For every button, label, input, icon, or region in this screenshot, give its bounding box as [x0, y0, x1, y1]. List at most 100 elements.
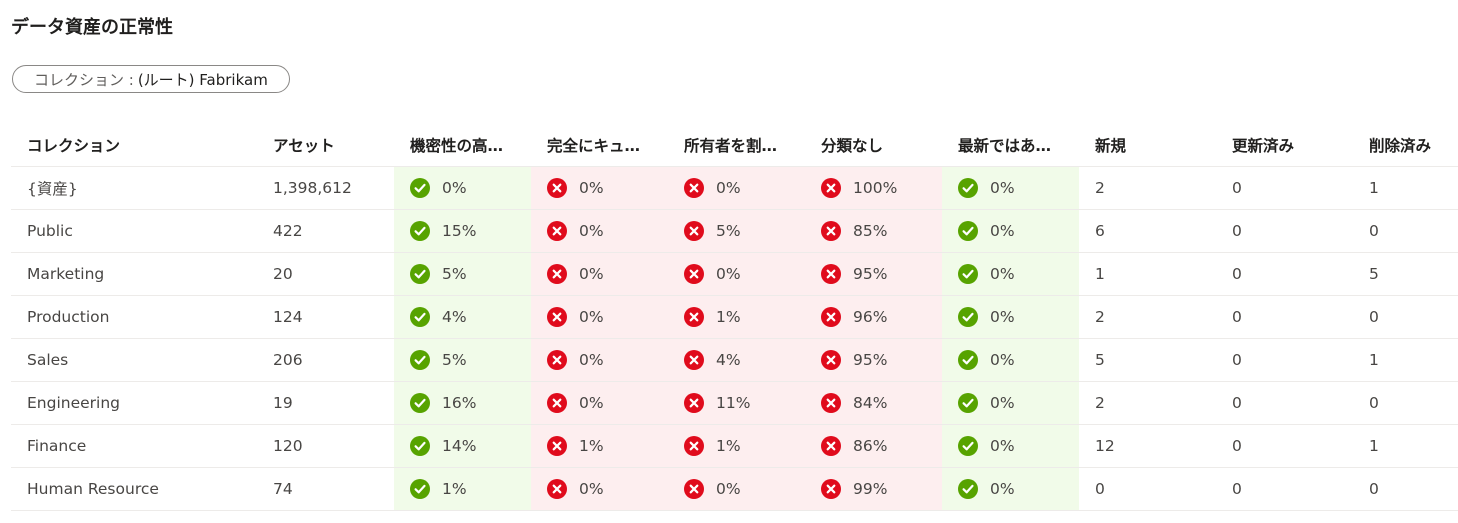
error-circle-icon [547, 307, 567, 327]
checkmark-circle-icon [958, 436, 978, 456]
col-deleted-cell: 5 [1353, 252, 1458, 296]
error-circle-icon [821, 479, 841, 499]
error-circle-icon [684, 436, 704, 456]
table-row[interactable]: Human Resource 74 1% 0% 0% 99% 0% 0 0 0 [11, 467, 1458, 511]
col-collection-cell: Finance [11, 424, 257, 468]
col-outdated-cell: 0% [942, 467, 1079, 511]
status-percent: 0% [579, 179, 604, 197]
checkmark-circle-icon [958, 264, 978, 284]
table-row[interactable]: Engineering 19 16% 0% 11% 84% 0% 2 0 0 [11, 381, 1458, 425]
status-percent: 0% [990, 265, 1015, 283]
error-circle-icon [684, 479, 704, 499]
error-circle-icon [821, 350, 841, 370]
status-percent: 1% [716, 308, 741, 326]
col-owner-cell: 1% [668, 424, 805, 468]
status-value: 0% [684, 264, 805, 284]
col-unclassified-cell: 99% [805, 467, 942, 511]
status-value: 1% [684, 307, 805, 327]
checkmark-circle-icon [958, 350, 978, 370]
status-percent: 86% [853, 437, 888, 455]
table-row[interactable]: Production 124 4% 0% 1% 96% 0% 2 0 0 [11, 295, 1458, 339]
col-owner-cell: 5% [668, 209, 805, 253]
status-percent: 4% [442, 308, 467, 326]
checkmark-circle-icon [958, 393, 978, 413]
checkmark-circle-icon [958, 221, 978, 241]
status-value: 15% [410, 221, 531, 241]
table-row[interactable]: Finance 120 14% 1% 1% 86% 0% 12 0 1 [11, 424, 1458, 468]
error-circle-icon [821, 264, 841, 284]
table-body: {資産} 1,398,612 0% 0% 0% 100% 0% 2 0 1 Public 422 15%… [11, 166, 1458, 511]
col-new-cell: 5 [1079, 338, 1216, 382]
col-collection-cell: {資産} [11, 166, 257, 210]
collection-filter-button[interactable]: コレクション : (ルート) Fabrikam [12, 65, 290, 93]
status-value: 100% [821, 178, 942, 198]
table-row[interactable]: Public 422 15% 0% 5% 85% 0% 6 0 0 [11, 209, 1458, 253]
status-percent: 0% [716, 265, 741, 283]
status-value: 0% [547, 264, 668, 284]
status-value: 4% [410, 307, 531, 327]
error-circle-icon [547, 264, 567, 284]
col-outdated-cell: 0% [942, 295, 1079, 339]
col-owner-cell: 1% [668, 295, 805, 339]
col-curated-cell: 0% [531, 209, 668, 253]
status-value: 84% [821, 393, 942, 413]
checkmark-circle-icon [958, 307, 978, 327]
column-header-curated[interactable]: 完全にキュ… [531, 123, 668, 167]
checkmark-circle-icon [958, 178, 978, 198]
collection-filter-value: (ルート) Fabrikam [137, 70, 268, 89]
col-owner-cell: 0% [668, 166, 805, 210]
column-header-owner[interactable]: 所有者を割… [668, 123, 805, 167]
table-row[interactable]: Sales 206 5% 0% 4% 95% 0% 5 0 1 [11, 338, 1458, 382]
column-header-sensitive[interactable]: 機密性の高… [394, 123, 531, 167]
status-percent: 0% [990, 222, 1015, 240]
table-row[interactable]: {資産} 1,398,612 0% 0% 0% 100% 0% 2 0 1 [11, 166, 1458, 210]
status-value: 86% [821, 436, 942, 456]
status-percent: 0% [579, 308, 604, 326]
status-value: 0% [958, 221, 1079, 241]
column-header-collection[interactable]: コレクション [11, 123, 257, 167]
col-collection-cell: Production [11, 295, 257, 339]
checkmark-circle-icon [410, 264, 430, 284]
status-value: 0% [958, 350, 1079, 370]
col-updated-cell: 0 [1216, 338, 1353, 382]
status-value: 5% [410, 264, 531, 284]
error-circle-icon [684, 264, 704, 284]
column-header-updated[interactable]: 更新済み [1216, 123, 1353, 167]
status-value: 0% [410, 178, 531, 198]
status-percent: 0% [579, 222, 604, 240]
status-percent: 95% [853, 351, 888, 369]
status-value: 99% [821, 479, 942, 499]
col-collection-cell: Sales [11, 338, 257, 382]
column-header-unclassified[interactable]: 分類なし [805, 123, 942, 167]
col-curated-cell: 1% [531, 424, 668, 468]
col-curated-cell: 0% [531, 252, 668, 296]
status-percent: 95% [853, 265, 888, 283]
status-value: 11% [684, 393, 805, 413]
status-percent: 0% [990, 179, 1015, 197]
status-value: 0% [547, 221, 668, 241]
col-sensitive-cell: 5% [394, 338, 531, 382]
status-value: 0% [684, 178, 805, 198]
col-new-cell: 1 [1079, 252, 1216, 296]
col-unclassified-cell: 95% [805, 252, 942, 296]
col-owner-cell: 0% [668, 252, 805, 296]
column-header-outdated[interactable]: 最新ではあ… [942, 123, 1079, 167]
error-circle-icon [547, 436, 567, 456]
table-row[interactable]: Marketing 20 5% 0% 0% 95% 0% 1 0 5 [11, 252, 1458, 296]
col-sensitive-cell: 15% [394, 209, 531, 253]
column-header-assets[interactable]: アセット [257, 123, 394, 167]
error-circle-icon [547, 479, 567, 499]
col-unclassified-cell: 100% [805, 166, 942, 210]
status-value: 4% [684, 350, 805, 370]
col-collection-cell: Marketing [11, 252, 257, 296]
column-header-new[interactable]: 新規 [1079, 123, 1216, 167]
status-percent: 0% [579, 394, 604, 412]
error-circle-icon [821, 393, 841, 413]
status-percent: 1% [579, 437, 604, 455]
status-percent: 100% [853, 179, 898, 197]
error-circle-icon [547, 221, 567, 241]
column-header-deleted[interactable]: 削除済み [1353, 123, 1458, 167]
status-value: 0% [958, 307, 1079, 327]
col-deleted-cell: 0 [1353, 467, 1458, 511]
error-circle-icon [684, 350, 704, 370]
